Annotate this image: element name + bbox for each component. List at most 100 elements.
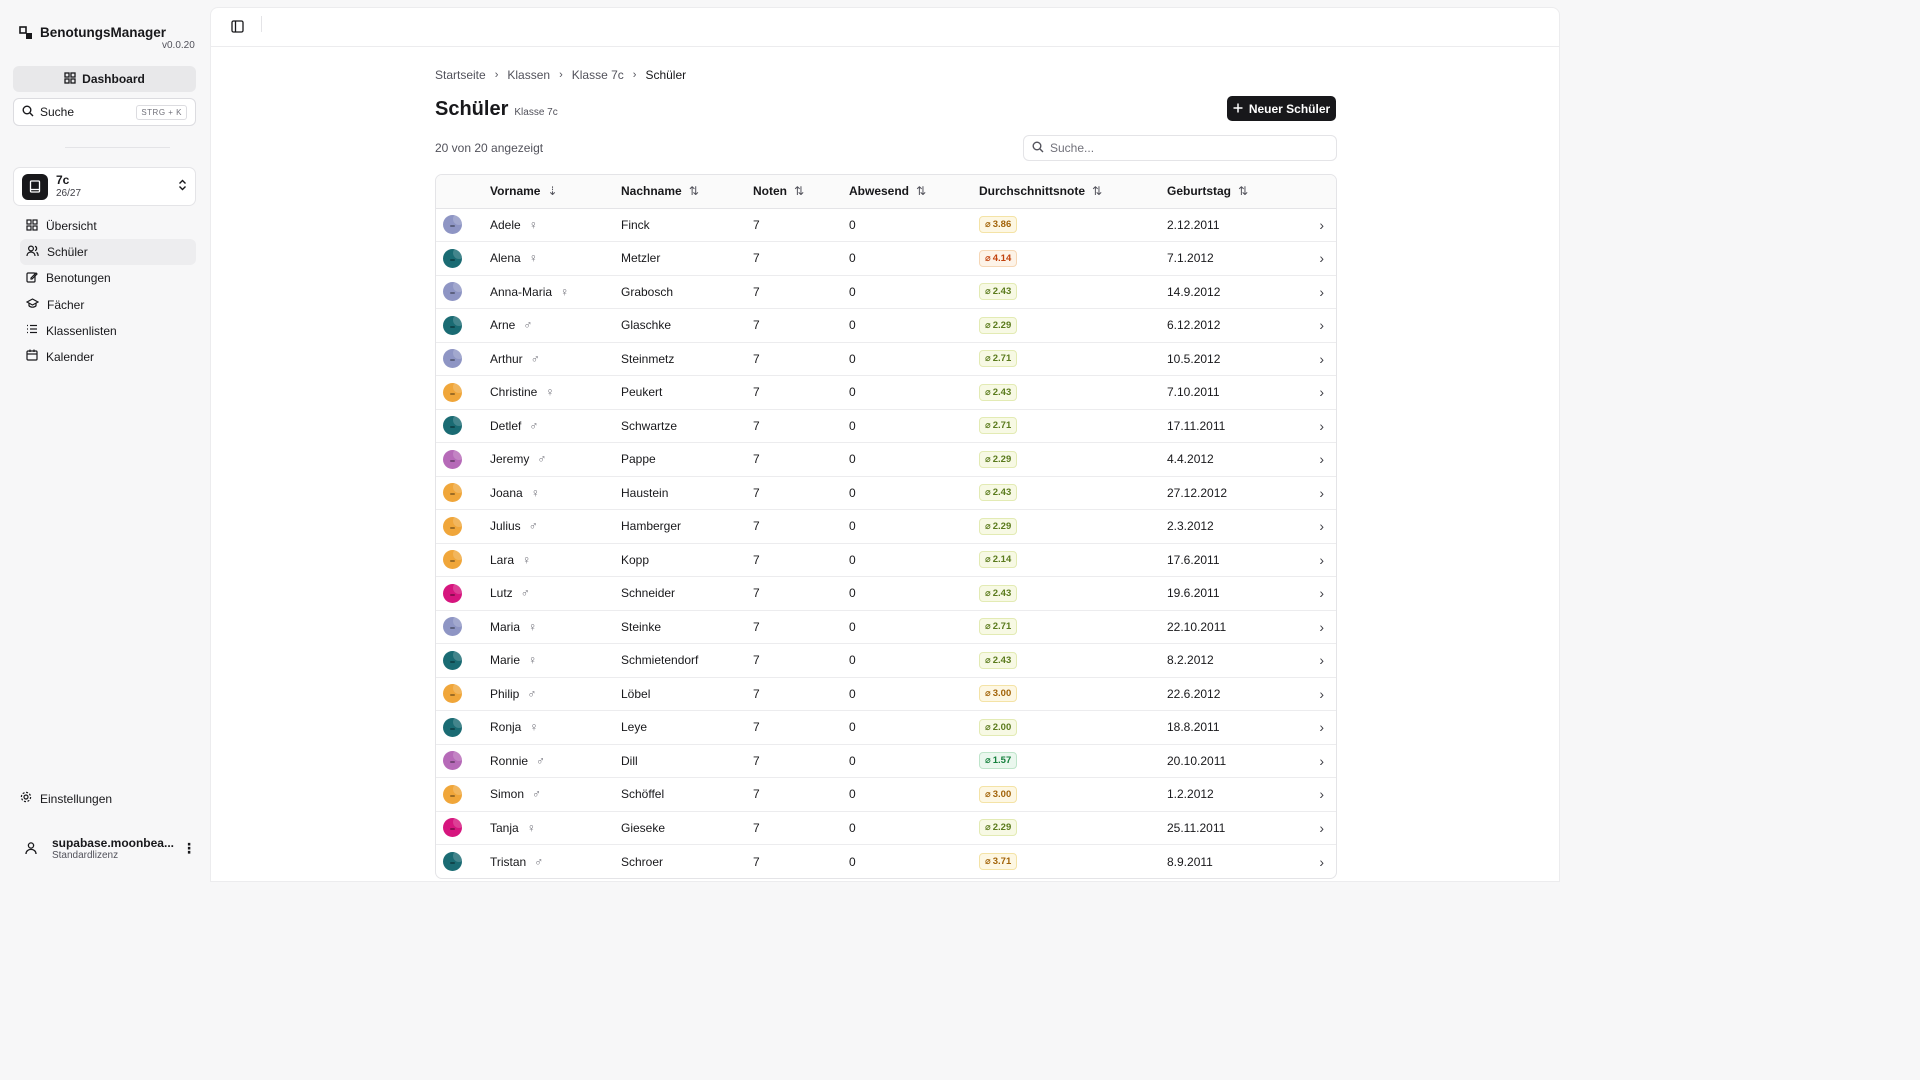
table-row[interactable]: Adele ♀ Finck 7 0 ⌀ 3.86 2.12.2011 › — [436, 208, 1336, 242]
user-menu[interactable]: supabase.moonbea... Standardlizenz ⋮ — [18, 834, 196, 862]
chevron-right-icon[interactable]: › — [1309, 644, 1336, 678]
noten-cell: 7 — [753, 519, 760, 534]
table-row[interactable]: Detlef ♂ Schwartze 7 0 ⌀ 2.71 17.11.2011 › — [436, 409, 1336, 443]
durchschnitt-cell: ⌀ 2.29 — [979, 811, 1167, 845]
noten-cell: 7 — [753, 787, 760, 802]
chevron-right-icon[interactable]: › — [1309, 376, 1336, 410]
table-row[interactable]: Arne ♂ Glaschke 7 0 ⌀ 2.29 6.12.2012 › — [436, 309, 1336, 343]
vorname-cell: Ronnie ♂ — [490, 744, 621, 778]
abwesend-cell: 0 — [849, 485, 856, 500]
dashboard-button[interactable]: Dashboard — [13, 66, 196, 92]
sidebar-item-schueler[interactable]: Schüler — [20, 239, 196, 266]
first-name: Jeremy — [490, 452, 530, 467]
average-badge: ⌀ 2.43 — [979, 584, 1018, 602]
header-geburtstag[interactable]: Geburtstag ⇅ — [1167, 175, 1309, 209]
avatar-cell — [436, 610, 490, 644]
chevron-right-icon[interactable]: › — [1309, 275, 1336, 309]
sidebar-item-uebersicht[interactable]: Übersicht — [20, 213, 196, 239]
sort-icon[interactable]: ⇅ — [916, 184, 926, 198]
app-brand[interactable]: BenotungsManager — [19, 25, 166, 40]
nachname-cell: Peukert — [621, 385, 663, 400]
noten-cell: 7 — [753, 418, 760, 433]
table-row[interactable]: Jeremy ♂ Pappe 7 0 ⌀ 2.29 4.4.2012 › — [436, 443, 1336, 477]
chevron-right-icon[interactable]: › — [1309, 309, 1336, 343]
chevron-right-icon[interactable]: › — [1309, 778, 1336, 812]
sort-icon[interactable]: ⇅ — [794, 184, 804, 198]
sidebar-toggle-icon[interactable] — [231, 20, 244, 36]
header-abwesend[interactable]: Abwesend ⇅ — [849, 175, 979, 209]
sidebar-item-benotungen[interactable]: Benotungen — [20, 265, 196, 291]
abwesend-cell: 0 — [849, 519, 856, 534]
chevron-right-icon[interactable]: › — [1309, 677, 1336, 711]
class-switcher[interactable]: 7c 26/27 — [13, 167, 196, 206]
chevron-right-icon[interactable]: › — [1309, 476, 1336, 510]
table-search[interactable]: Suche... — [1023, 135, 1337, 161]
table-row[interactable]: Anna-Maria ♀ Grabosch 7 0 ⌀ 2.43 14.9.2012 › — [436, 275, 1336, 309]
sort-desc-icon[interactable]: ⇣ — [547, 184, 557, 198]
gender-icon: ♂ — [536, 753, 546, 768]
chevron-right-icon[interactable]: › — [1309, 577, 1336, 611]
average-value: 4.14 — [992, 252, 1012, 264]
sidebar-item-faecher[interactable]: Fächer — [20, 292, 196, 318]
table-row[interactable]: Lara ♀ Kopp 7 0 ⌀ 2.14 17.6.2011 › — [436, 543, 1336, 577]
more-vertical-icon[interactable]: ⋮ — [182, 840, 196, 857]
chevron-right-icon[interactable]: › — [1309, 811, 1336, 845]
table-row[interactable]: Tristan ♂ Schroer 7 0 ⌀ 3.71 8.9.2011 › — [436, 845, 1336, 879]
breadcrumb-klassen[interactable]: Klassen — [507, 68, 550, 82]
chevron-right-icon[interactable]: › — [1309, 342, 1336, 376]
sort-icon[interactable]: ⇅ — [1092, 184, 1102, 198]
table-row[interactable]: Simon ♂ Schöffel 7 0 ⌀ 3.00 1.2.2012 › — [436, 778, 1336, 812]
header-durchschnittsnote[interactable]: Durchschnittsnote ⇅ — [979, 175, 1167, 209]
chevron-right-icon[interactable]: › — [1309, 711, 1336, 745]
average-value: 2.29 — [992, 520, 1012, 532]
chevron-right-icon[interactable]: › — [1309, 443, 1336, 477]
average-badge: ⌀ 3.00 — [979, 685, 1018, 703]
avatar-cell — [436, 443, 490, 477]
sidebar-item-kalender[interactable]: Kalender — [20, 344, 196, 370]
table-row[interactable]: Joana ♀ Haustein 7 0 ⌀ 2.43 27.12.2012 › — [436, 476, 1336, 510]
header-vorname[interactable]: Vorname ⇣ — [490, 175, 621, 209]
gender-icon: ♀ — [528, 619, 538, 634]
chevron-right-icon[interactable]: › — [1309, 510, 1336, 544]
avatar-cell — [436, 744, 490, 778]
nachname-cell: Gieseke — [621, 820, 666, 835]
main-content: Startseite › Klassen › Klasse 7c › Schül… — [210, 7, 1560, 882]
table-row[interactable]: Marie ♀ Schmietendorf 7 0 ⌀ 2.43 8.2.2012 › — [436, 644, 1336, 678]
table-row[interactable]: Christine ♀ Peukert 7 0 ⌀ 2.43 7.10.2011 › — [436, 376, 1336, 410]
chevron-right-icon[interactable]: › — [1309, 409, 1336, 443]
average-symbol: ⌀ — [985, 688, 991, 700]
table-row[interactable]: Julius ♂ Hamberger 7 0 ⌀ 2.29 2.3.2012 › — [436, 510, 1336, 544]
chevron-right-icon[interactable]: › — [1309, 845, 1336, 879]
durchschnitt-cell: ⌀ 2.43 — [979, 644, 1167, 678]
table-row[interactable]: Philip ♂ Löbel 7 0 ⌀ 3.00 22.6.2012 › — [436, 677, 1336, 711]
durchschnitt-cell: ⌀ 3.00 — [979, 778, 1167, 812]
table-row[interactable]: Alena ♀ Metzler 7 0 ⌀ 4.14 7.1.2012 › — [436, 242, 1336, 276]
vorname-cell: Joana ♀ — [490, 476, 621, 510]
sort-icon[interactable]: ⇅ — [689, 184, 699, 198]
average-badge: ⌀ 2.43 — [979, 484, 1018, 502]
new-student-button[interactable]: Neuer Schüler — [1227, 96, 1336, 121]
sidebar-item-klassenlisten[interactable]: Klassenlisten — [20, 318, 196, 344]
chevron-right-icon[interactable]: › — [1309, 610, 1336, 644]
header-nachname[interactable]: Nachname ⇅ — [621, 175, 753, 209]
breadcrumb-klasse[interactable]: Klasse 7c — [572, 68, 624, 82]
breadcrumb-startseite[interactable]: Startseite — [435, 68, 486, 82]
table-row[interactable]: Ronja ♀ Leye 7 0 ⌀ 2.00 18.8.2011 › — [436, 711, 1336, 745]
chevron-right-icon[interactable]: › — [1309, 543, 1336, 577]
table-row[interactable]: Tanja ♀ Gieseke 7 0 ⌀ 2.29 25.11.2011 › — [436, 811, 1336, 845]
settings-link[interactable]: Einstellungen — [20, 791, 112, 806]
table-row[interactable]: Arthur ♂ Steinmetz 7 0 ⌀ 2.71 10.5.2012 › — [436, 342, 1336, 376]
table-row[interactable]: Lutz ♂ Schneider 7 0 ⌀ 2.43 19.6.2011 › — [436, 577, 1336, 611]
chevron-right-icon[interactable]: › — [1309, 208, 1336, 242]
table-row[interactable]: Ronnie ♂ Dill 7 0 ⌀ 1.57 20.10.2011 › — [436, 744, 1336, 778]
nachname-cell: Glaschke — [621, 318, 672, 333]
chevron-right-icon[interactable]: › — [1309, 744, 1336, 778]
header-noten[interactable]: Noten ⇅ — [753, 175, 849, 209]
chevron-right-icon[interactable]: › — [1309, 242, 1336, 276]
nachname-cell: Metzler — [621, 251, 661, 266]
sort-icon[interactable]: ⇅ — [1238, 184, 1248, 198]
table-row[interactable]: Maria ♀ Steinke 7 0 ⌀ 2.71 22.10.2011 › — [436, 610, 1336, 644]
noten-cell: 7 — [753, 854, 760, 869]
avatar — [443, 215, 462, 235]
sidebar-search[interactable]: Suche STRG + K — [13, 98, 196, 126]
